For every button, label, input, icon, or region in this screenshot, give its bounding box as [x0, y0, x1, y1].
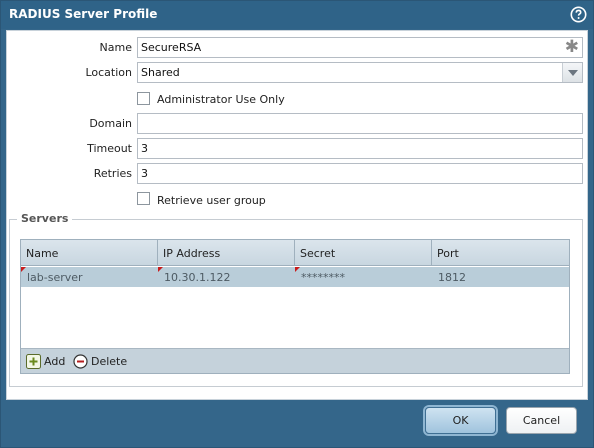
location-label: Location [85, 66, 132, 79]
name-label: Name [99, 41, 132, 54]
domain-field[interactable] [137, 113, 583, 134]
dropdown-button[interactable] [562, 63, 582, 82]
cell-secret[interactable]: ******** [295, 267, 432, 287]
plus-icon [26, 354, 41, 369]
cancel-button[interactable]: Cancel [506, 407, 577, 434]
cell-ip-text: 10.30.1.122 [164, 271, 231, 284]
location-value: Shared [141, 66, 180, 79]
admin-use-only-checkbox[interactable] [137, 92, 150, 105]
add-button[interactable]: Add [26, 353, 65, 370]
servers-legend: Servers [17, 212, 73, 225]
ok-button[interactable]: OK [425, 407, 496, 434]
modified-marker-icon [21, 267, 26, 272]
name-field[interactable]: SecureRSA ✱ [137, 37, 583, 58]
delete-button[interactable]: Delete [73, 353, 127, 370]
servers-grid: Name IP Address Secret Port lab-server 1… [20, 239, 570, 374]
cell-name-text: lab-server [27, 271, 83, 284]
name-value: SecureRSA [141, 41, 202, 54]
domain-label: Domain [89, 117, 132, 130]
cell-port-text: 1812 [438, 271, 466, 284]
column-header-port[interactable]: Port [432, 240, 569, 265]
timeout-label: Timeout [87, 142, 132, 155]
retrieve-user-group-label: Retrieve user group [157, 194, 266, 207]
grid-toolbar: Add Delete [21, 348, 569, 373]
column-header-name[interactable]: Name [21, 240, 158, 265]
required-asterisk-icon: ✱ [564, 37, 579, 57]
modified-marker-icon [158, 267, 163, 272]
cell-name[interactable]: lab-server [21, 267, 158, 287]
cell-secret-text: ******** [301, 271, 345, 284]
dialog-titlebar[interactable]: RADIUS Server Profile [1, 1, 593, 29]
retries-label: Retries [93, 167, 132, 180]
retrieve-user-group-checkbox[interactable] [137, 192, 150, 205]
dialog-footer: OK Cancel [1, 401, 593, 447]
delete-button-label: Delete [91, 355, 128, 368]
minus-icon [73, 354, 88, 369]
timeout-field[interactable]: 3 [137, 138, 583, 159]
radius-server-profile-dialog: RADIUS Server Profile Name SecureRSA ✱ L… [0, 0, 594, 448]
grid-header: Name IP Address Secret Port [21, 240, 569, 266]
retries-field[interactable]: 3 [137, 163, 583, 184]
modified-marker-icon [295, 267, 300, 272]
table-row[interactable]: lab-server 10.30.1.122 ******** 1812 [21, 267, 569, 287]
admin-use-only-label: Administrator Use Only [157, 93, 285, 106]
cell-port[interactable]: 1812 [432, 267, 569, 287]
retries-value: 3 [141, 167, 148, 180]
location-select[interactable]: Shared [137, 62, 583, 83]
column-header-secret[interactable]: Secret [295, 240, 432, 265]
column-header-ip-address[interactable]: IP Address [158, 240, 295, 265]
help-circle-icon[interactable] [570, 6, 587, 23]
dialog-body: Name SecureRSA ✱ Location Shared Adminis… [6, 30, 588, 400]
cell-ip-address[interactable]: 10.30.1.122 [158, 267, 295, 287]
dialog-title: RADIUS Server Profile [9, 7, 158, 21]
chevron-down-icon [568, 70, 578, 76]
add-button-label: Add [44, 355, 66, 368]
timeout-value: 3 [141, 142, 148, 155]
